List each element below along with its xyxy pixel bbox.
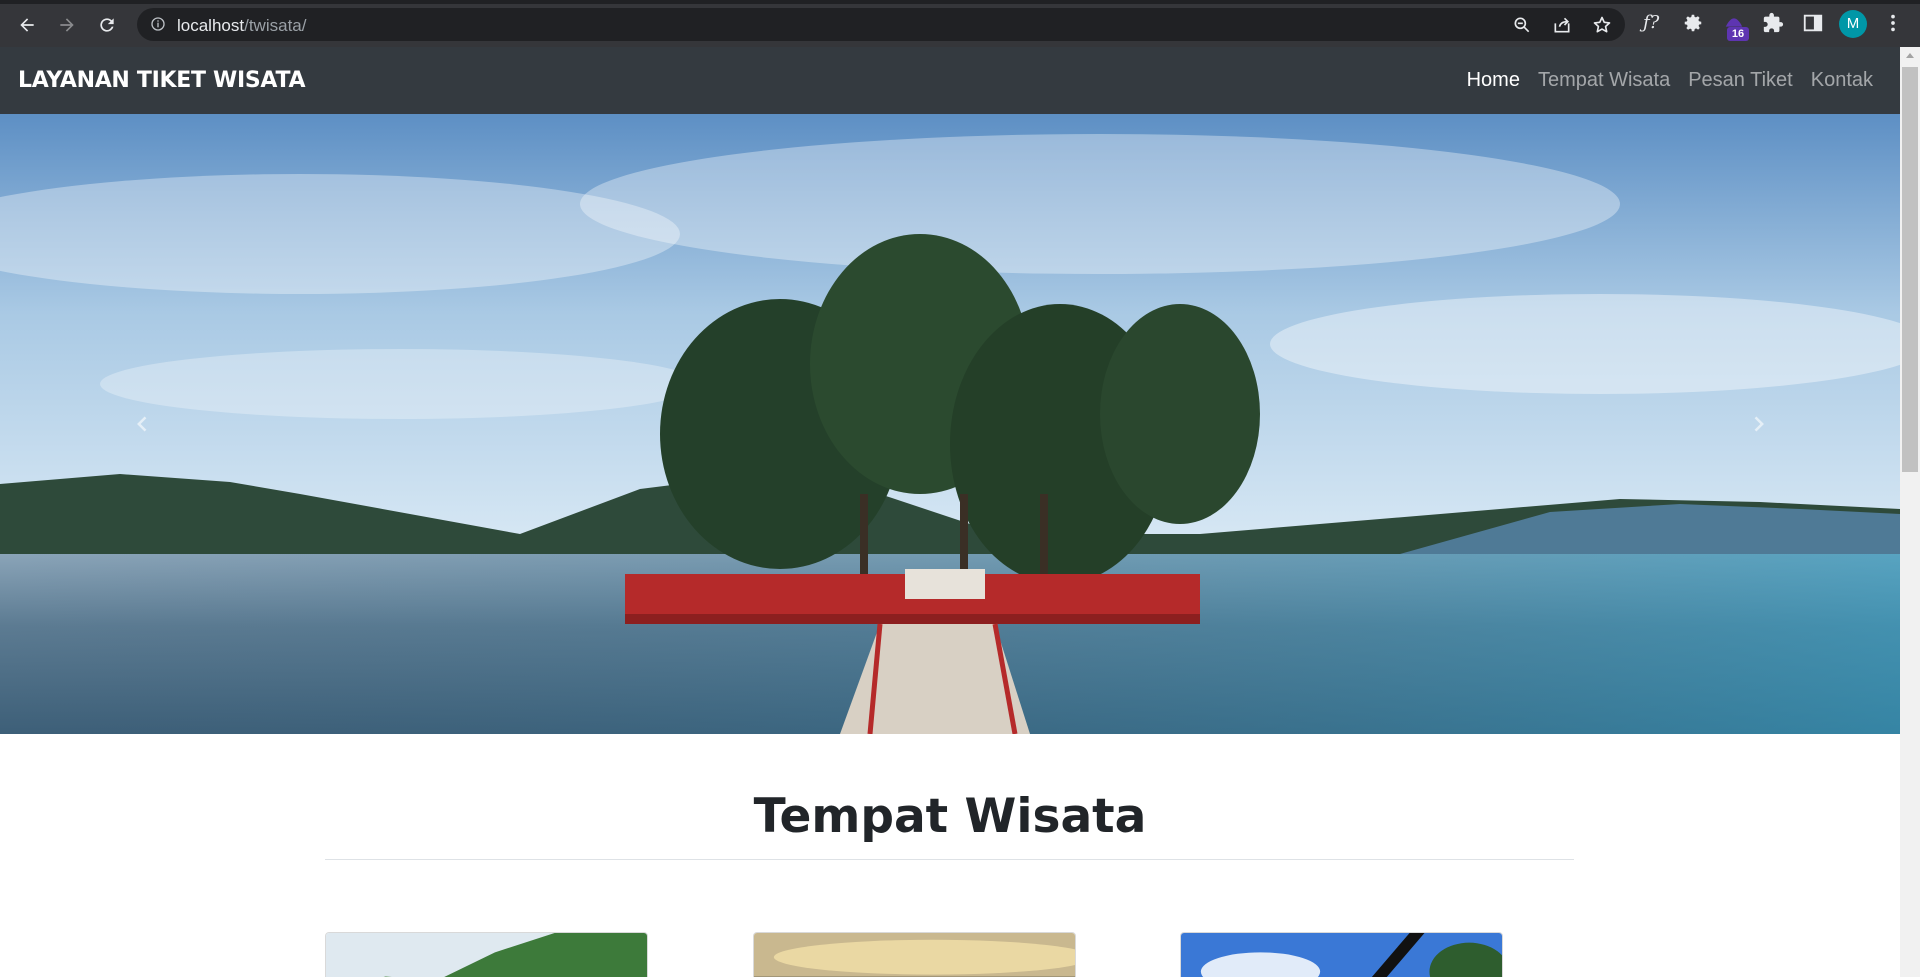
tab-strip-edge [0, 0, 1920, 4]
destination-image [754, 933, 1075, 977]
star-icon[interactable] [1592, 15, 1612, 35]
reload-icon [100, 18, 114, 32]
carousel-prev-button[interactable] [0, 114, 285, 734]
address-bar[interactable]: localhost/twisata/ [137, 8, 1625, 41]
browser-toolbar: localhost/twisata/ ƒ? 16 M [0, 0, 1920, 47]
section-title: Tempat Wisata [753, 789, 1147, 844]
gear-icon[interactable] [1682, 12, 1704, 34]
nav-link-tempat-wisata[interactable]: Tempat Wisata [1538, 69, 1670, 92]
back-button[interactable] [12, 10, 42, 40]
nav-link-kontak[interactable]: Kontak [1811, 69, 1873, 92]
chevron-right-icon [1754, 416, 1764, 432]
section-divider [325, 859, 1574, 860]
destination-image [1181, 933, 1502, 977]
function-icon[interactable]: ƒ? [1643, 12, 1665, 34]
zoom-icon[interactable] [1512, 15, 1532, 35]
chevron-left-icon [136, 416, 146, 432]
info-icon[interactable] [150, 16, 166, 32]
scroll-up-arrow-icon[interactable] [1906, 53, 1914, 58]
url-host: localhost [177, 16, 245, 35]
nav-links: Home Tempat Wisata Pesan Tiket Kontak [1467, 69, 1873, 92]
extension-badge: 16 [1727, 27, 1749, 41]
destination-card-1[interactable] [325, 932, 648, 977]
carousel-next-button[interactable] [1615, 114, 1900, 734]
reload-button[interactable] [92, 10, 122, 40]
site-navbar: LAYANAN TIKET WISATA Home Tempat Wisata … [0, 47, 1900, 114]
url-text[interactable]: localhost/twisata/ [177, 16, 306, 36]
hero-carousel [0, 114, 1900, 734]
web-page: LAYANAN TIKET WISATA Home Tempat Wisata … [0, 47, 1920, 977]
sidepanel-icon[interactable] [1802, 12, 1824, 34]
page-scrollbar[interactable] [1900, 47, 1920, 977]
destination-card-3[interactable] [1180, 932, 1503, 977]
back-icon [20, 18, 34, 32]
nav-link-pesan-tiket[interactable]: Pesan Tiket [1688, 69, 1793, 92]
url-path: /twisata/ [244, 16, 307, 35]
destination-card-2[interactable] [753, 932, 1076, 977]
scroll-thumb[interactable] [1902, 67, 1918, 472]
share-icon[interactable] [1552, 15, 1572, 35]
site-brand[interactable]: LAYANAN TIKET WISATA [18, 68, 305, 93]
profile-avatar[interactable]: M [1839, 10, 1867, 38]
forward-icon [60, 18, 74, 32]
forward-button[interactable] [52, 10, 82, 40]
nav-link-home[interactable]: Home [1467, 69, 1520, 92]
destination-image [326, 933, 647, 977]
more-icon[interactable] [1882, 12, 1904, 34]
puzzle-icon[interactable] [1762, 12, 1784, 34]
